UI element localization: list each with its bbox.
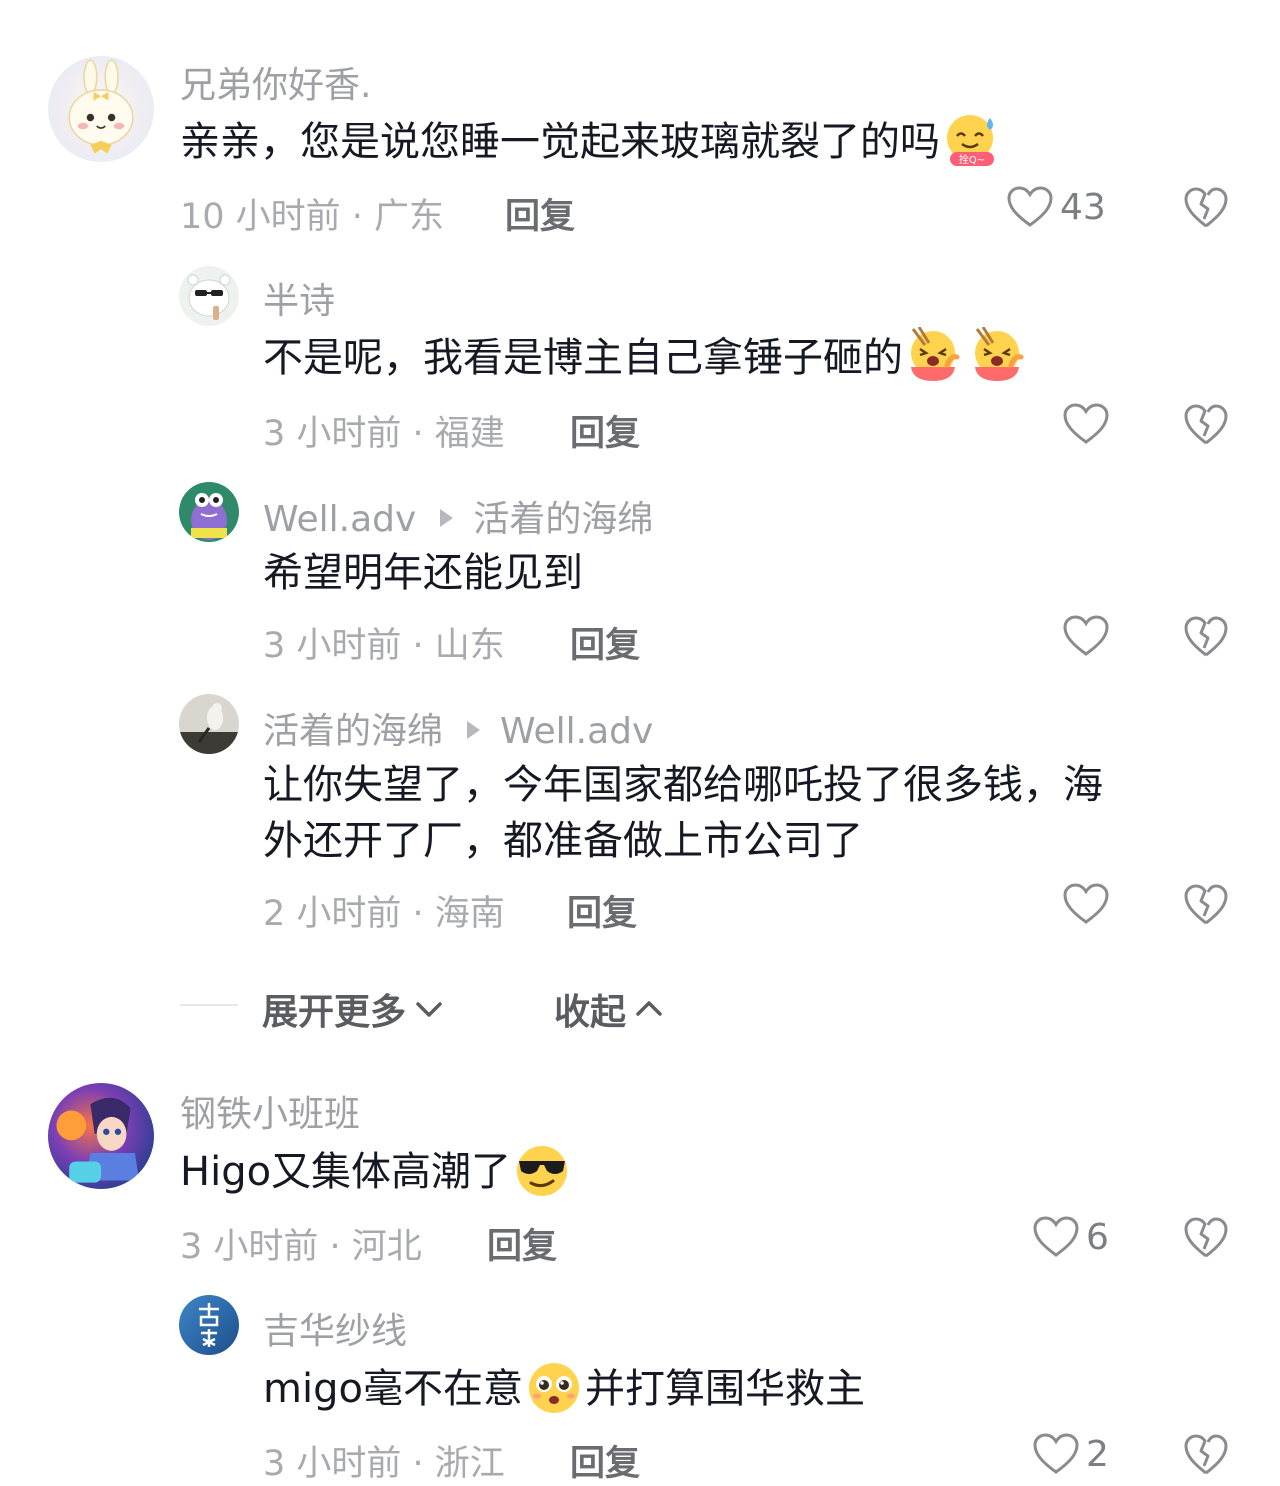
comment-meta: 3 小时前 · 福建 [263, 414, 505, 454]
comment-author[interactable]: 钢铁小班班 [180, 1085, 360, 1137]
comment-author[interactable]: 活着的海绵 Well.adv [263, 702, 653, 754]
like-count: 6 [1086, 1216, 1109, 1258]
like-count: 43 [1060, 186, 1106, 228]
chevron-up-icon [636, 1001, 662, 1016]
comment-author[interactable]: 半诗 [263, 272, 335, 324]
broken-heart-icon [1184, 187, 1228, 228]
heart-outline-icon [1033, 1433, 1079, 1474]
collapse-label: 收起 [554, 992, 627, 1033]
comment-text-content: migo毫不在意 [263, 1366, 523, 1412]
avatar[interactable] [48, 1083, 154, 1189]
comment-meta: 2 小时前 · 海南 [263, 894, 505, 934]
broken-heart-icon [1184, 404, 1228, 445]
dislike-button[interactable] [1183, 615, 1229, 659]
comment-text: Higo又集体高潮了 [180, 1144, 573, 1203]
comment-author[interactable]: 兄弟你好香. [180, 56, 371, 108]
comment-text-line: 让你失望了，今年国家都给哪吒投了很多钱，海 [263, 762, 1103, 808]
reply-button[interactable]: 回复 [570, 1435, 640, 1486]
like-button[interactable]: 6 [1032, 1215, 1109, 1259]
broken-heart-icon [1184, 884, 1228, 925]
heart-outline-icon [1033, 1216, 1079, 1257]
comment-text-content: 不是呢，我看是博主自己拿锤子砸的 [263, 335, 903, 381]
broken-heart-icon [1184, 1434, 1228, 1475]
comment-text: 让你失望了，今年国家都给哪吒投了很多钱，海 外还开了厂，都准备做上市公司了 [263, 757, 1103, 869]
like-button[interactable] [1062, 882, 1116, 926]
comment-text: 希望明年还能见到 [263, 550, 583, 596]
avatar[interactable] [48, 56, 154, 162]
comment-text: 亲亲，您是说您睡一觉起来玻璃就裂了的吗 拴Q~ [180, 114, 1002, 172]
collapse-button[interactable]: 收起 [554, 983, 664, 1035]
dislike-button[interactable] [1183, 403, 1229, 447]
reply-button[interactable]: 回复 [505, 188, 575, 239]
reply-button[interactable]: 回复 [487, 1218, 557, 1269]
comment-author[interactable]: 吉华纱线 [263, 1302, 407, 1354]
comment-author[interactable]: Well.adv 活着的海绵 [263, 490, 653, 542]
avatar[interactable] [179, 694, 239, 754]
author-name[interactable]: 活着的海绵 [263, 711, 443, 752]
eating-noodles-emoji-icon [967, 327, 1031, 385]
svg-text:拴Q~: 拴Q~ [959, 153, 985, 166]
broken-heart-icon [1184, 1217, 1228, 1258]
heart-outline-icon [1063, 403, 1109, 444]
sunglasses-emoji-icon [511, 1141, 573, 1199]
sweat-smile-emoji-icon: 拴Q~ [940, 112, 1002, 168]
avatar[interactable] [179, 266, 239, 326]
reply-arrow-icon [467, 721, 481, 739]
like-button[interactable] [1062, 614, 1116, 658]
eating-noodles-emoji-icon [903, 327, 967, 385]
reply-to-name[interactable]: Well.adv [500, 711, 653, 752]
like-button[interactable]: 43 [1006, 185, 1106, 229]
comment-text: 不是呢，我看是博主自己拿锤子砸的 [263, 327, 1031, 389]
comment-text-content: Higo又集体高潮了 [180, 1149, 512, 1195]
expand-more-label: 展开更多 [262, 992, 407, 1033]
reply-button[interactable]: 回复 [570, 617, 640, 668]
reply-to-name[interactable]: 活着的海绵 [473, 499, 653, 540]
expand-more-button[interactable]: 展开更多 [262, 983, 444, 1035]
like-count: 2 [1086, 1433, 1109, 1475]
like-button[interactable] [1062, 402, 1116, 446]
heart-outline-icon [1007, 186, 1053, 227]
heart-outline-icon [1063, 615, 1109, 656]
comment-text: migo毫不在意 并打算围华救主 [263, 1361, 865, 1420]
avatar[interactable] [179, 482, 239, 542]
comment-text-content: 亲亲，您是说您睡一觉起来玻璃就裂了的吗 [180, 119, 940, 165]
thread-divider [180, 1004, 238, 1006]
broken-heart-icon [1184, 616, 1228, 657]
comment-text-content: 并打算围华救主 [584, 1366, 865, 1412]
pleading-face-emoji-icon [523, 1358, 585, 1416]
reply-button[interactable]: 回复 [567, 885, 637, 936]
chevron-down-icon [416, 1002, 442, 1017]
author-name[interactable]: Well.adv [263, 499, 416, 540]
dislike-button[interactable] [1183, 1433, 1229, 1477]
like-button[interactable]: 2 [1032, 1432, 1109, 1476]
avatar[interactable] [179, 1295, 239, 1355]
heart-outline-icon [1063, 883, 1109, 924]
comment-meta: 3 小时前 · 浙江 [263, 1444, 505, 1484]
reply-button[interactable]: 回复 [570, 405, 640, 456]
reply-arrow-icon [440, 509, 454, 527]
comment-meta: 10 小时前 · 广东 [180, 197, 445, 237]
dislike-button[interactable] [1183, 1216, 1229, 1260]
comment-meta: 3 小时前 · 山东 [263, 626, 505, 666]
dislike-button[interactable] [1183, 186, 1229, 230]
dislike-button[interactable] [1183, 883, 1229, 927]
comment-text-line: 外还开了厂，都准备做上市公司了 [263, 818, 863, 864]
comment-meta: 3 小时前 · 河北 [180, 1227, 422, 1267]
